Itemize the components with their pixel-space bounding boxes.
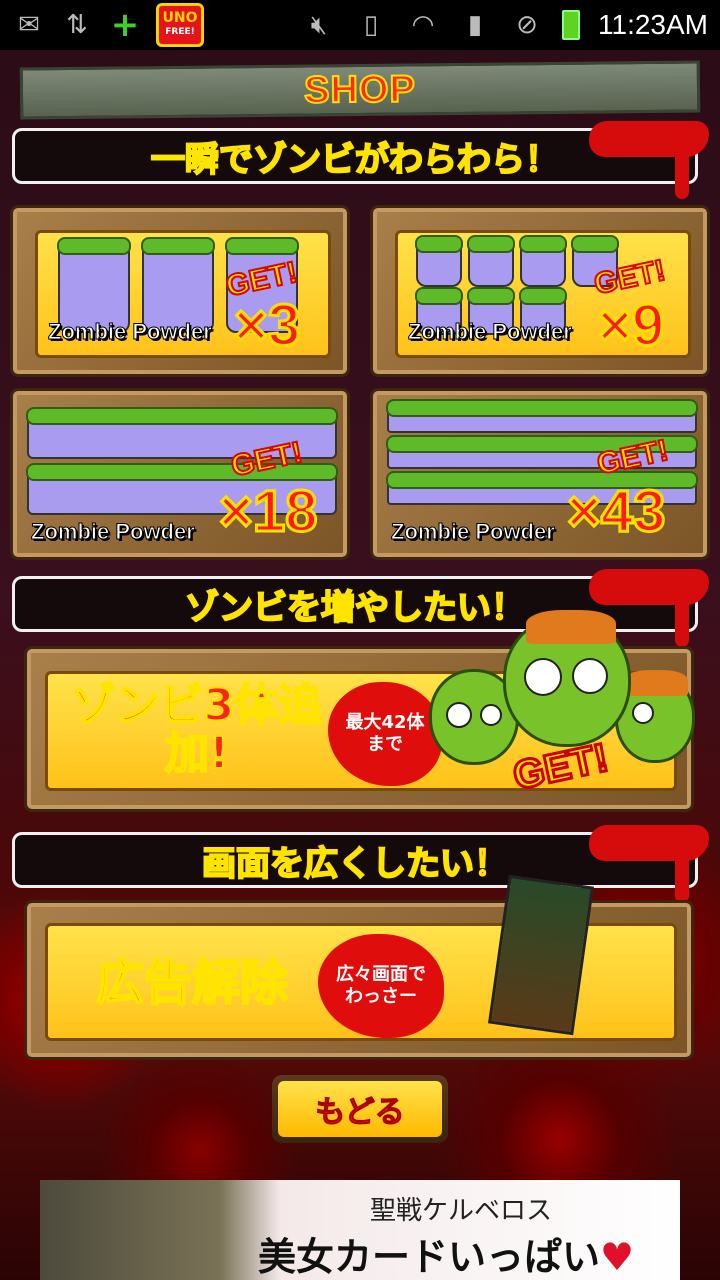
powder-label: Zombie Powder: [408, 319, 573, 345]
eye-icon: [524, 658, 562, 696]
section-header-label: 画面を広くしたい！: [201, 843, 509, 885]
powder-offer-x18[interactable]: Zombie Powder GET! ×18: [10, 388, 350, 560]
powder-pot-icon: [519, 235, 567, 287]
section-header-instant-zombies: 一瞬でゾンビがわらわら！: [12, 121, 709, 199]
section-header-label: ゾンビを増やしたい！: [184, 587, 526, 629]
blood-drip-decoration: [589, 121, 709, 199]
status-bar: ✉ ⇅ + UNO FREE! 🔇︎ ▯ ◠ ▮ ⊘ 11:23AM: [0, 0, 720, 50]
powder-offer-x43[interactable]: Zombie Powder GET! ×43: [370, 388, 710, 560]
ad-subtitle: 聖戦ケルベロス: [370, 1196, 553, 1226]
powder-pot-row-icon: [386, 399, 698, 433]
shop-screen: ✉ ⇅ + UNO FREE! 🔇︎ ▯ ◠ ▮ ⊘ 11:23AM SHOP …: [0, 0, 720, 1280]
offer-card: Zombie Powder GET! ×3: [35, 230, 331, 358]
back-button[interactable]: もどる: [272, 1075, 448, 1143]
remove-ads-offer[interactable]: 広告解除 広々画面でわっさー: [24, 900, 694, 1060]
eye-icon: [572, 658, 608, 694]
mute-icon: 🔇︎: [310, 9, 328, 40]
max-zombies-badge: 最大42体まで: [328, 682, 442, 786]
offer-card: Zombie Powder GET! ×18: [21, 399, 345, 555]
ad-headline-text: 美女カードいっぱい: [258, 1234, 601, 1279]
add-zombies-title: ゾンビ3体追加!: [71, 680, 324, 779]
zombie-hair-icon: [526, 610, 616, 644]
block-icon: ⊘: [516, 10, 538, 40]
ad-headline: 美女カードいっぱい♥: [258, 1226, 634, 1280]
sync-icon: ⇅: [66, 10, 88, 40]
multiplier-label: ×18: [217, 479, 318, 544]
blood-drip-decoration: [589, 825, 709, 903]
multiplier-label: ×3: [232, 293, 301, 358]
powder-label: Zombie Powder: [48, 319, 213, 345]
powder-pot-icon: [415, 235, 463, 287]
offer-card: Zombie Powder GET! ×9: [395, 230, 691, 358]
page-title: SHOP: [303, 67, 417, 112]
powder-offer-x3[interactable]: Zombie Powder GET! ×3: [10, 205, 350, 377]
section-header-wider-screen: 画面を広くしたい！: [12, 825, 709, 903]
multiplier-label: ×9: [596, 293, 665, 358]
zombie-hair-icon: [624, 670, 688, 696]
back-button-label: もどる: [315, 1095, 405, 1131]
wifi-icon: ◠: [411, 10, 435, 40]
clock: 11:23AM: [598, 9, 708, 40]
powder-label: Zombie Powder: [391, 519, 556, 545]
multiplier-label: ×43: [565, 479, 666, 544]
offer-card: Zombie Powder GET! ×43: [381, 399, 705, 555]
page-title-banner: SHOP: [19, 60, 701, 120]
mail-icon: ✉: [18, 10, 40, 40]
powder-label: Zombie Powder: [31, 519, 196, 545]
vibrate-icon: ▯: [363, 10, 379, 40]
powder-pot-icon: [467, 235, 515, 287]
plus-icon: +: [110, 5, 140, 45]
uno-app-icon: UNO FREE!: [156, 3, 204, 47]
battery-icon: [562, 10, 580, 40]
section-header-label: 一瞬でゾンビがわらわら！: [150, 139, 560, 181]
eye-icon: [632, 702, 654, 724]
heart-icon: ♥: [600, 1234, 635, 1279]
eye-icon: [446, 702, 472, 728]
zombie-icon: [503, 610, 631, 747]
blood-drip-decoration: [589, 569, 709, 647]
wide-screen-badge: 広々画面でわっさー: [318, 934, 444, 1038]
ad-banner[interactable]: 聖戦ケルベロス 美女カードいっぱい♥: [40, 1180, 680, 1280]
remove-ads-title: 広告解除: [95, 955, 289, 1011]
sd-card-icon: ▮: [467, 10, 483, 40]
add-zombies-offer[interactable]: ゾンビ3体追加! 最大42体まで GET!: [24, 610, 695, 812]
eye-icon: [480, 704, 502, 726]
powder-offer-x9[interactable]: Zombie Powder GET! ×9: [370, 205, 710, 377]
back-button-face: もどる: [278, 1081, 442, 1137]
